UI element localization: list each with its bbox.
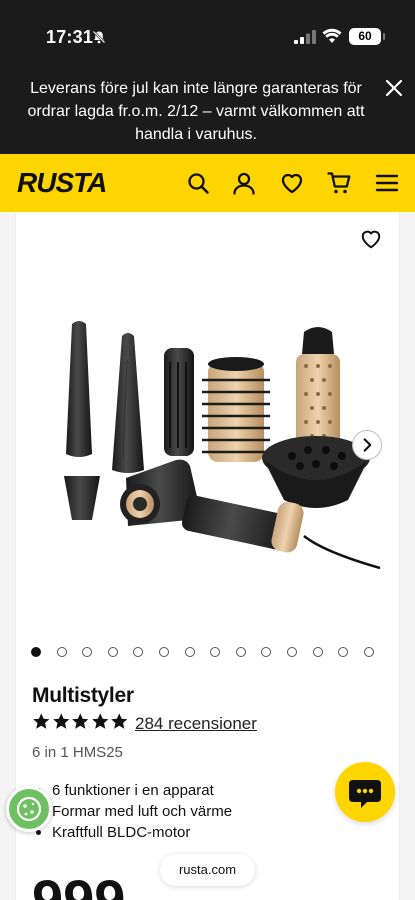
status-time: 17:31: [46, 27, 94, 47]
next-image-button[interactable]: [352, 430, 382, 460]
product-price: 999: [32, 868, 126, 900]
carousel-dot[interactable]: [133, 647, 144, 657]
carousel-dot[interactable]: [261, 647, 272, 657]
search-icon[interactable]: [186, 171, 210, 195]
cookie-settings-button[interactable]: [6, 786, 52, 832]
favorite-icon[interactable]: [360, 228, 382, 250]
feature-item: Formar med luft och värme: [32, 801, 232, 822]
carousel-dot[interactable]: [312, 647, 323, 657]
carousel-dot[interactable]: [363, 647, 374, 657]
star-icon: [33, 713, 50, 729]
star-icon: [72, 713, 89, 729]
announcement-banner: Leverans före jul kan inte längre garant…: [0, 72, 415, 154]
star-icon: [52, 713, 69, 729]
carousel-dot[interactable]: [158, 647, 169, 657]
product-image[interactable]: [30, 310, 390, 590]
site-header: RUSTA: [0, 154, 415, 212]
rusta-logo[interactable]: RUSTA: [15, 166, 119, 198]
menu-icon[interactable]: [375, 171, 399, 195]
carousel-dot[interactable]: [107, 647, 118, 657]
star-icon: [91, 713, 108, 729]
status-bar: 17:31 60: [0, 0, 415, 72]
carousel-dot[interactable]: [338, 647, 349, 657]
feature-item: 6 funktioner i en apparat: [32, 780, 232, 801]
carousel-dot[interactable]: [56, 647, 67, 657]
carousel-dot[interactable]: [235, 647, 246, 657]
reviews-link[interactable]: 284 recensioner: [135, 714, 257, 734]
heart-icon[interactable]: [280, 171, 304, 195]
chat-button[interactable]: [335, 762, 395, 822]
carousel-dot[interactable]: [210, 647, 221, 657]
bell-off-icon: [92, 30, 106, 44]
announcement-text: Leverans före jul kan inte längre garant…: [27, 80, 365, 143]
browser-url[interactable]: rusta.com: [160, 854, 255, 886]
feature-item: Kraftfull BLDC-motor: [32, 822, 232, 843]
carousel-dot[interactable]: [82, 647, 93, 657]
carousel-dot[interactable]: [286, 647, 297, 657]
product-title: Multistyler: [32, 684, 134, 707]
rating-stars: [32, 712, 129, 734]
close-icon[interactable]: [384, 78, 404, 98]
signal-icon: [294, 30, 316, 44]
product-subtitle: 6 in 1 HMS25: [32, 744, 123, 761]
cart-icon[interactable]: [327, 171, 351, 195]
feature-list: 6 funktioner i en apparat Formar med luf…: [32, 780, 232, 843]
wifi-icon: [322, 28, 342, 43]
star-icon: [111, 713, 128, 729]
carousel-dot[interactable]: [184, 647, 195, 657]
carousel-dot[interactable]: [31, 647, 41, 657]
account-icon[interactable]: [232, 171, 256, 195]
carousel-dots: [31, 647, 374, 659]
chat-icon: [349, 780, 381, 808]
logo-text: RUSTA: [17, 167, 106, 198]
battery-indicator: 60: [349, 28, 385, 45]
